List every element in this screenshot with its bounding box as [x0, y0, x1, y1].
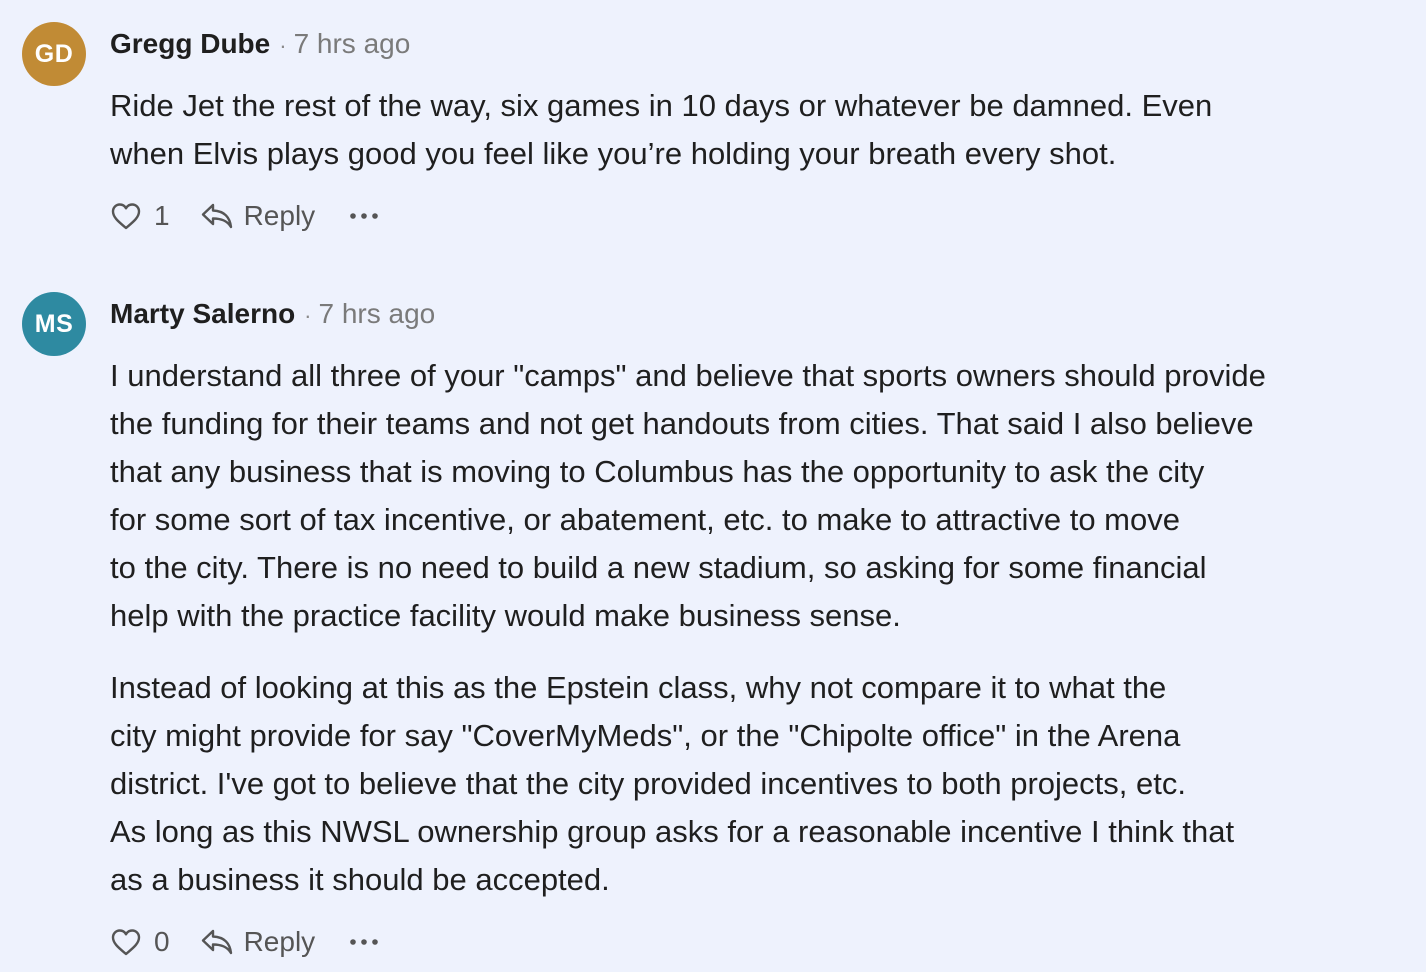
more-options-button[interactable]: [349, 211, 379, 221]
heart-icon: [110, 927, 142, 957]
reply-button[interactable]: Reply: [200, 926, 316, 958]
reply-arrow-icon: [200, 201, 234, 231]
like-count: 1: [154, 200, 170, 231]
more-options-button[interactable]: [349, 937, 379, 947]
separator-dot: ·: [304, 303, 312, 328]
timestamp[interactable]: 7 hrs ago: [294, 28, 411, 60]
reply-label: Reply: [243, 200, 316, 231]
ellipsis-icon: [349, 937, 379, 947]
comment-actions: 1 Reply: [110, 196, 379, 236]
comment-header: Marty Salerno · 7 hrs ago: [110, 298, 435, 334]
author-name[interactable]: Marty Salerno: [110, 298, 295, 330]
heart-icon: [110, 201, 142, 231]
timestamp[interactable]: 7 hrs ago: [319, 298, 436, 330]
comment-paragraph: I understand all three of your "camps" a…: [110, 358, 1266, 633]
comment-body: Ride Jet the rest of the way, six games …: [110, 82, 1400, 178]
comment-actions: 0 Reply: [110, 922, 379, 962]
comment-body: I understand all three of your "camps" a…: [110, 352, 1400, 904]
reply-label: Reply: [243, 926, 316, 957]
avatar[interactable]: GD: [22, 22, 86, 86]
ellipsis-icon: [349, 211, 379, 221]
like-count: 0: [154, 926, 170, 957]
author-name[interactable]: Gregg Dube: [110, 28, 270, 60]
comment-header: Gregg Dube · 7 hrs ago: [110, 28, 410, 64]
separator-dot: ·: [279, 33, 287, 58]
like-button[interactable]: 0: [110, 926, 170, 958]
reply-arrow-icon: [200, 927, 234, 957]
like-button[interactable]: 1: [110, 200, 170, 232]
reply-button[interactable]: Reply: [200, 200, 316, 232]
avatar[interactable]: MS: [22, 292, 86, 356]
comment-paragraph: Ride Jet the rest of the way, six games …: [110, 88, 1213, 171]
comment-paragraph: Instead of looking at this as the Epstei…: [110, 670, 1235, 897]
